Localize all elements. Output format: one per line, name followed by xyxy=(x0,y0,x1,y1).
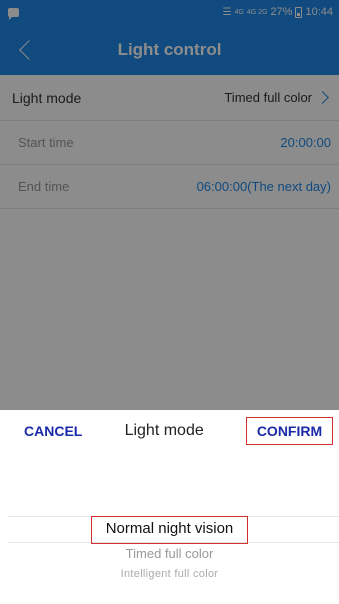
picker-wheel[interactable]: Normal night vision Timed full color Int… xyxy=(0,502,339,602)
wheel-option[interactable]: Timed full color xyxy=(0,546,339,561)
selected-option-label: Normal night vision xyxy=(90,516,249,544)
wheel-option[interactable]: Intelligent full color xyxy=(0,568,339,580)
picker-sheet: CANCEL Light mode CONFIRM Normal night v… xyxy=(0,410,339,604)
picker-title: Light mode xyxy=(124,422,204,439)
wheel-option-selected[interactable]: Normal night vision xyxy=(0,516,339,544)
modal-overlay[interactable] xyxy=(0,0,339,410)
confirm-button[interactable]: CONFIRM xyxy=(245,417,333,445)
picker-toolbar: CANCEL Light mode CONFIRM xyxy=(0,410,339,452)
cancel-button[interactable]: CANCEL xyxy=(24,423,82,439)
